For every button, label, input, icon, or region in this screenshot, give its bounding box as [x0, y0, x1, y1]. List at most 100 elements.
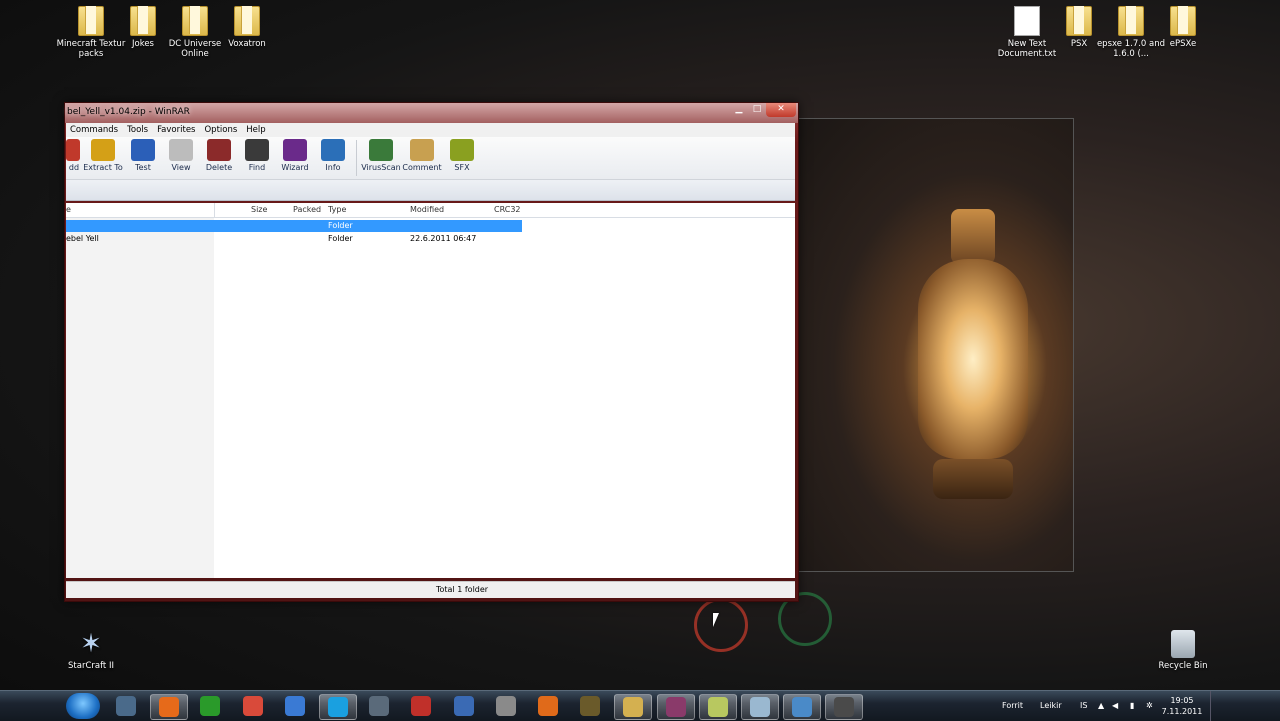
minimize-button[interactable]: ▁: [730, 103, 748, 117]
menu-options[interactable]: Options: [200, 123, 242, 137]
toolbar-label: Extract To: [83, 163, 123, 172]
delete-icon: [207, 139, 231, 161]
toolbar-label: Info: [325, 163, 341, 172]
toolbar-label: Wizard: [281, 163, 309, 172]
taskbar-button-app-blue[interactable]: [446, 694, 482, 718]
folder-icon: [1066, 6, 1092, 36]
mouse-cursor-icon: [713, 613, 719, 627]
desktop-icon-label: PSX: [1070, 39, 1088, 49]
taskbar-button-winrar[interactable]: [656, 694, 695, 720]
table-row-rebel-yell[interactable]: ebel Yell Folder 22.6.2011 06:47: [66, 233, 522, 245]
taskbar-button-app-red[interactable]: [403, 694, 439, 718]
close-button[interactable]: ✕: [766, 103, 796, 117]
menu-help[interactable]: Help: [242, 123, 270, 137]
info-button[interactable]: Info: [314, 137, 352, 172]
taskbar-button-firefox[interactable]: [150, 694, 189, 720]
desktop-icon-label: StarCraft II: [68, 661, 114, 671]
desktop-icon-label: Voxatron: [228, 39, 266, 49]
add-button[interactable]: dd: [66, 137, 82, 172]
folder-icon: [130, 6, 156, 36]
row-name: ebel Yell: [66, 234, 99, 243]
desktop-icon-epsxe[interactable]: ePSXe: [1145, 0, 1221, 49]
firefox-icon: [159, 697, 180, 717]
find-button[interactable]: Find: [238, 137, 276, 172]
toolbar-forrit[interactable]: Forrit: [1002, 691, 1023, 721]
status-total: Total 1 folder: [436, 585, 489, 594]
taskbar-button-chrome[interactable]: [235, 694, 271, 718]
starcraft-icon: [116, 696, 136, 716]
clock-time: 19:05: [1170, 696, 1194, 705]
sfx-icon: [450, 139, 474, 161]
taskbar-button-gamepad[interactable]: [488, 694, 524, 718]
desktop-icon-recycle-bin[interactable]: Recycle Bin: [1145, 624, 1221, 671]
toolbar-separator: [356, 140, 357, 176]
delete-button[interactable]: Delete: [200, 137, 238, 172]
recycle-bin-icon: [1171, 630, 1195, 658]
view-button[interactable]: View: [162, 137, 200, 172]
tray-app-icon[interactable]: ✲: [1146, 691, 1153, 721]
language-indicator[interactable]: IS: [1080, 691, 1087, 721]
app-glass-icon: [750, 697, 770, 717]
winrar-icon: [665, 697, 686, 717]
menu-tools[interactable]: Tools: [123, 123, 153, 137]
starcraft-icon: ✶: [80, 629, 102, 659]
maximize-button[interactable]: □: [748, 103, 766, 117]
desktop-icon-voxatron[interactable]: Voxatron: [209, 0, 285, 49]
clock-date: 7.11.2011: [1161, 707, 1203, 716]
toolbar-leikir[interactable]: Leikir: [1040, 691, 1062, 721]
taskbar-button-notepad[interactable]: [698, 694, 737, 720]
taskbar-button-explorer[interactable]: [614, 694, 653, 720]
chrome-icon: [242, 696, 263, 716]
network-icon[interactable]: ▮: [1130, 691, 1134, 721]
wizard-button[interactable]: Wizard: [276, 137, 314, 172]
clock[interactable]: 19:05 7.11.2011: [1158, 695, 1206, 717]
taskbar-button-app-glass[interactable]: [741, 694, 779, 720]
column-packed[interactable]: Packed: [293, 203, 321, 217]
app-red-icon: [411, 696, 432, 716]
taskbar-button-starcraft[interactable]: [108, 694, 144, 718]
taskbar-button-app-window[interactable]: [783, 694, 822, 720]
start-button[interactable]: [66, 693, 100, 719]
lantern-glow: [918, 259, 1028, 459]
virusscan-icon: [369, 139, 393, 161]
taskbar-button-app-dark[interactable]: [825, 694, 864, 720]
menu-favorites[interactable]: Favorites: [153, 123, 200, 137]
itunes-icon: [284, 696, 305, 716]
title-bar[interactable]: bel_Yell_v1.04.zip - WinRAR ▁ □ ✕: [65, 103, 798, 123]
column-size[interactable]: Size: [251, 203, 267, 217]
info-icon: [321, 139, 345, 161]
sfx-button[interactable]: SFX: [443, 137, 481, 172]
taskbar-button-steam[interactable]: [361, 694, 397, 718]
taskbar: Forrit Leikir IS ▲ ◀ ▮ ✲ 19:05 7.11.2011: [0, 690, 1280, 721]
comment-button[interactable]: Comment: [401, 137, 443, 172]
test-button[interactable]: Test: [124, 137, 162, 172]
folder-icon: [1170, 6, 1196, 36]
desktop-icon-starcraft-ii[interactable]: ✶ StarCraft II: [53, 624, 129, 671]
taskbar-button-utorrent[interactable]: [192, 694, 228, 718]
toolbar: dd Extract To Test View Delete Find Wiza…: [66, 137, 795, 180]
taskbar-button-skype[interactable]: [319, 694, 357, 720]
tray-expand-icon[interactable]: ▲: [1098, 691, 1104, 721]
address-bar[interactable]: [66, 180, 795, 201]
column-modified[interactable]: Modified: [410, 203, 444, 217]
column-type[interactable]: Type: [328, 203, 346, 217]
virusscan-button[interactable]: VirusScan: [361, 137, 401, 172]
toolbar-label: VirusScan: [361, 163, 401, 172]
app-blue-icon: [453, 696, 474, 716]
notepad-icon: [707, 697, 728, 717]
show-desktop-button[interactable]: [1210, 691, 1219, 721]
volume-icon[interactable]: ◀: [1112, 691, 1118, 721]
taskbar-button-origin[interactable]: [530, 694, 566, 718]
toolbar-label: Find: [248, 163, 266, 172]
lantern-top: [951, 209, 995, 264]
taskbar-button-minecraft[interactable]: [572, 694, 608, 718]
toolbar-label: dd: [68, 163, 80, 172]
extract-to-button[interactable]: Extract To: [82, 137, 124, 172]
steam-icon: [369, 696, 390, 716]
column-name[interactable]: e: [66, 203, 215, 217]
column-crc32[interactable]: CRC32: [494, 203, 521, 217]
taskbar-button-itunes[interactable]: [277, 694, 313, 718]
file-list-header: e Size Packed Type Modified CRC32: [66, 203, 795, 218]
menu-commands[interactable]: Commands: [66, 123, 123, 137]
table-row-parent-folder[interactable]: Folder: [66, 220, 522, 232]
